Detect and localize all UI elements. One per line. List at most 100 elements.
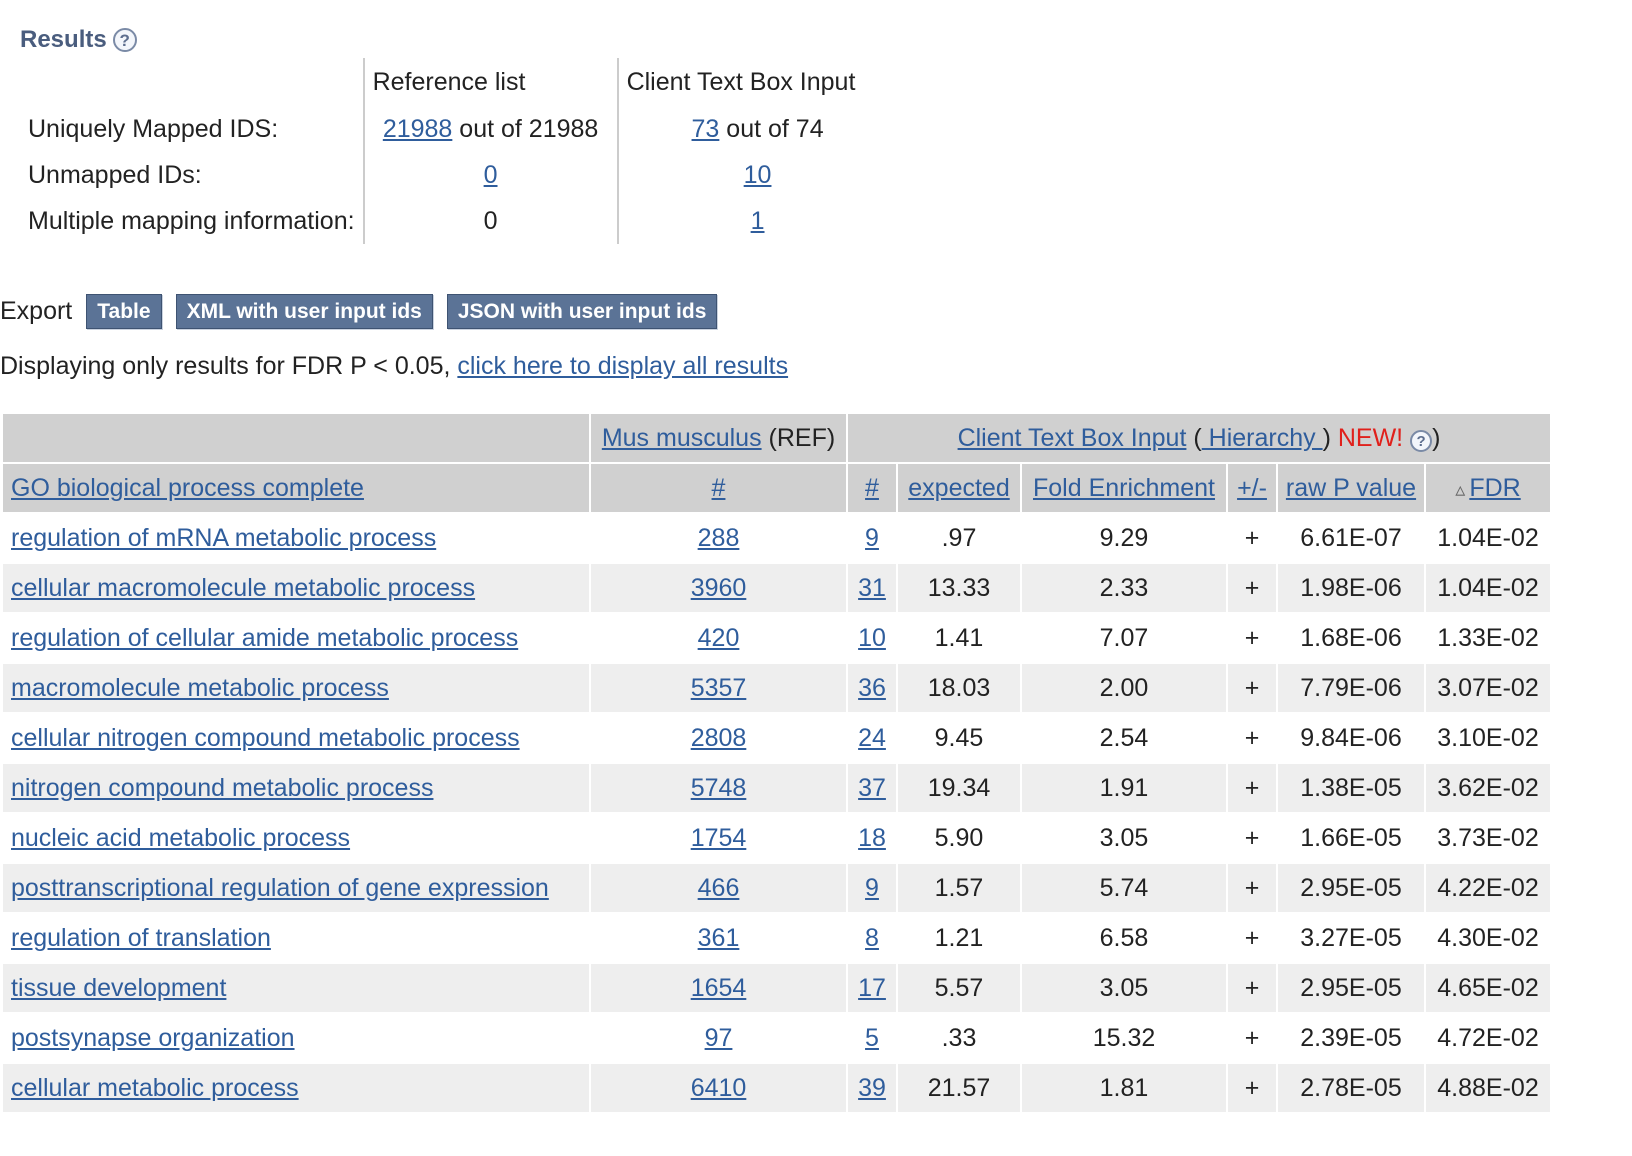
go-term-link[interactable]: nitrogen compound metabolic process: [11, 774, 433, 802]
direction-cell: +: [1226, 712, 1278, 764]
raw-p-sort-link[interactable]: raw P value: [1286, 474, 1416, 502]
uniquely-mapped-ref-link[interactable]: 21988: [383, 115, 453, 143]
column-header-row: GO biological process complete # # expec…: [1, 462, 1552, 514]
go-term-link[interactable]: nucleic acid metabolic process: [11, 824, 350, 852]
ref-count-cell: 97: [589, 1012, 848, 1064]
table-row: tissue development 1654 17 5.57 3.05 +2.95E-0…: [1, 962, 1552, 1014]
mapping-corner-cell: [18, 58, 364, 106]
table-row: cellular macromolecule metabolic process…: [1, 562, 1552, 614]
input-count-link[interactable]: 9: [865, 874, 879, 902]
fdr-cell: 4.30E-02: [1424, 912, 1552, 964]
expected-cell: 5.90: [896, 812, 1022, 864]
expected-cell: 5.57: [896, 962, 1022, 1014]
go-term-link[interactable]: macromolecule metabolic process: [11, 674, 389, 702]
go-biological-process-sort-link[interactable]: GO biological process complete: [11, 474, 364, 502]
expected-cell: 1.21: [896, 912, 1022, 964]
hierarchy-link[interactable]: Hierarchy: [1202, 424, 1323, 452]
go-term-cell: nitrogen compound metabolic process: [1, 762, 591, 814]
client-text-box-input-link[interactable]: Client Text Box Input: [958, 424, 1187, 452]
ref-count-sort-link[interactable]: #: [712, 474, 726, 502]
export-json-button[interactable]: JSON with user input ids: [446, 294, 718, 330]
filter-note: Displaying only results for FDR P < 0.05…: [0, 352, 788, 381]
fold-enrichment-cell: 3.05: [1020, 812, 1228, 864]
input-count-link[interactable]: 31: [858, 574, 886, 602]
client-input-header: Client Text Box Input: [616, 58, 897, 106]
expected-sort-link[interactable]: expected: [908, 474, 1009, 502]
input-count-link[interactable]: 37: [858, 774, 886, 802]
fold-enrichment-cell: 3.05: [1020, 962, 1228, 1014]
go-term-link[interactable]: posttranscriptional regulation of gene e…: [11, 874, 549, 902]
reference-group-header: Mus musculus (REF): [589, 412, 848, 464]
unmapped-ref-link[interactable]: 0: [484, 161, 498, 189]
go-term-link[interactable]: regulation of cellular amide metabolic p…: [11, 624, 518, 652]
go-term-link[interactable]: regulation of mRNA metabolic process: [11, 524, 436, 552]
go-term-link[interactable]: postsynapse organization: [11, 1024, 295, 1052]
raw-p-cell: 1.66E-05: [1276, 812, 1426, 864]
ref-count-link[interactable]: 466: [698, 874, 740, 902]
go-term-cell: postsynapse organization: [1, 1012, 591, 1064]
ref-count-link[interactable]: 5357: [691, 674, 747, 702]
ref-count-link[interactable]: 3960: [691, 574, 747, 602]
input-count-link[interactable]: 24: [858, 724, 886, 752]
export-table-button[interactable]: Table: [86, 294, 162, 330]
ref-count-cell: 5748: [589, 762, 848, 814]
ref-count-cell: 420: [589, 612, 848, 664]
ref-count-link[interactable]: 6410: [691, 1074, 747, 1102]
fdr-cell: 4.65E-02: [1424, 962, 1552, 1014]
fold-enrichment-sort-link[interactable]: Fold Enrichment: [1033, 474, 1215, 502]
input-count-link[interactable]: 18: [858, 824, 886, 852]
go-term-cell: nucleic acid metabolic process: [1, 812, 591, 864]
go-term-link[interactable]: cellular macromolecule metabolic process: [11, 574, 475, 602]
ref-count-link[interactable]: 361: [698, 924, 740, 952]
ref-suffix: (REF): [761, 423, 836, 452]
expected-cell: 18.03: [896, 662, 1022, 714]
go-term-link[interactable]: cellular nitrogen compound metabolic pro…: [11, 724, 520, 752]
expected-cell: .97: [896, 512, 1022, 564]
ref-count-cell: 1754: [589, 812, 848, 864]
input-count-link[interactable]: 8: [865, 924, 879, 952]
input-count-link[interactable]: 36: [858, 674, 886, 702]
go-term-link[interactable]: cellular metabolic process: [11, 1074, 299, 1102]
ref-count-cell: 288: [589, 512, 848, 564]
hierarchy-help-icon[interactable]: ?: [1410, 430, 1433, 452]
ref-count-link[interactable]: 288: [698, 524, 740, 552]
table-row: regulation of cellular amide metabolic p…: [1, 612, 1552, 664]
direction-cell: +: [1226, 912, 1278, 964]
table-row: nucleic acid metabolic process 1754 18 5.90…: [1, 812, 1552, 864]
go-term-link[interactable]: regulation of translation: [11, 924, 271, 952]
ref-count-link[interactable]: 1654: [691, 974, 747, 1002]
expected-cell: .33: [896, 1012, 1022, 1064]
mus-musculus-link[interactable]: Mus musculus: [602, 424, 762, 452]
multiple-mapping-input-link[interactable]: 1: [751, 207, 765, 235]
help-icon[interactable]: ?: [112, 28, 137, 52]
input-count-link[interactable]: 17: [858, 974, 886, 1002]
fdr-cell: 1.04E-02: [1424, 562, 1552, 614]
table-row: regulation of mRNA metabolic process 288 9…: [1, 512, 1552, 564]
ref-count-link[interactable]: 5748: [691, 774, 747, 802]
direction-sort-link[interactable]: +/-: [1237, 474, 1267, 502]
input-count-sort-link[interactable]: #: [865, 474, 879, 502]
input-count-link[interactable]: 10: [858, 624, 886, 652]
input-count-link[interactable]: 9: [865, 524, 879, 552]
input-count-cell: 9: [846, 862, 898, 914]
uniquely-mapped-label: Uniquely Mapped IDS:: [28, 114, 279, 143]
fdr-sort-link[interactable]: FDR: [1469, 474, 1520, 502]
input-count-link[interactable]: 5: [865, 1024, 879, 1052]
table-row: regulation of translation 361 8 1.21 6.58 +3.…: [1, 912, 1552, 964]
reference-list-header: Reference list: [362, 58, 618, 106]
ref-count-link[interactable]: 1754: [691, 824, 747, 852]
direction-cell: +: [1226, 562, 1278, 614]
ref-count-link[interactable]: 420: [698, 624, 740, 652]
go-term-link[interactable]: tissue development: [11, 974, 226, 1002]
export-xml-button[interactable]: XML with user input ids: [175, 294, 433, 330]
uniquely-mapped-input-link[interactable]: 73: [692, 115, 720, 143]
display-all-results-link[interactable]: click here to display all results: [457, 352, 788, 380]
input-count-link[interactable]: 39: [858, 1074, 886, 1102]
ref-count-link[interactable]: 97: [705, 1024, 733, 1052]
ref-count-link[interactable]: 2808: [691, 724, 747, 752]
col-fdr: ▵ FDR: [1424, 462, 1552, 514]
fdr-cell: 4.72E-02: [1424, 1012, 1552, 1064]
unmapped-input-link[interactable]: 10: [744, 161, 772, 189]
raw-p-cell: 2.95E-05: [1276, 962, 1426, 1014]
ref-count-cell: 361: [589, 912, 848, 964]
